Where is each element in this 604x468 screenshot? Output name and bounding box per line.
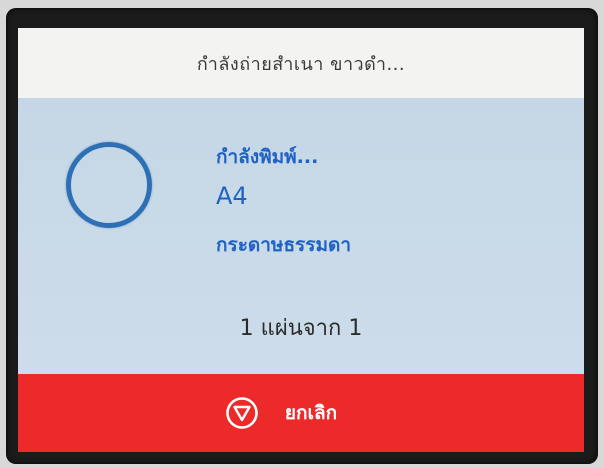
paper-type-text: กระดาษธรรมดา bbox=[216, 234, 351, 256]
stop-icon bbox=[226, 397, 258, 429]
page-count-text: 1 แผ่นจาก 1 bbox=[239, 316, 363, 341]
header-title: กำลังถ่ายสำเนา ขาวดำ... bbox=[196, 53, 406, 75]
printer-device: กำลังถ่ายสำเนา ขาวดำ... กำลังพิมพ์... A4… bbox=[0, 0, 604, 468]
progress-spinner-icon bbox=[66, 142, 152, 228]
screen-header: กำลังถ่ายสำเนา ขาวดำ... bbox=[18, 28, 584, 98]
lcd-screen: กำลังถ่ายสำเนา ขาวดำ... กำลังพิมพ์... A4… bbox=[18, 28, 584, 452]
cancel-label: ยกเลิก bbox=[284, 402, 338, 424]
job-status-panel: กำลังพิมพ์... A4 กระดาษธรรมดา 1 แผ่นจาก … bbox=[18, 98, 584, 374]
job-status-text: กำลังพิมพ์... bbox=[216, 146, 319, 168]
cancel-button[interactable]: ยกเลิก bbox=[18, 374, 584, 452]
paper-size-text: A4 bbox=[216, 182, 248, 210]
cancel-button-content: ยกเลิก bbox=[225, 396, 337, 430]
